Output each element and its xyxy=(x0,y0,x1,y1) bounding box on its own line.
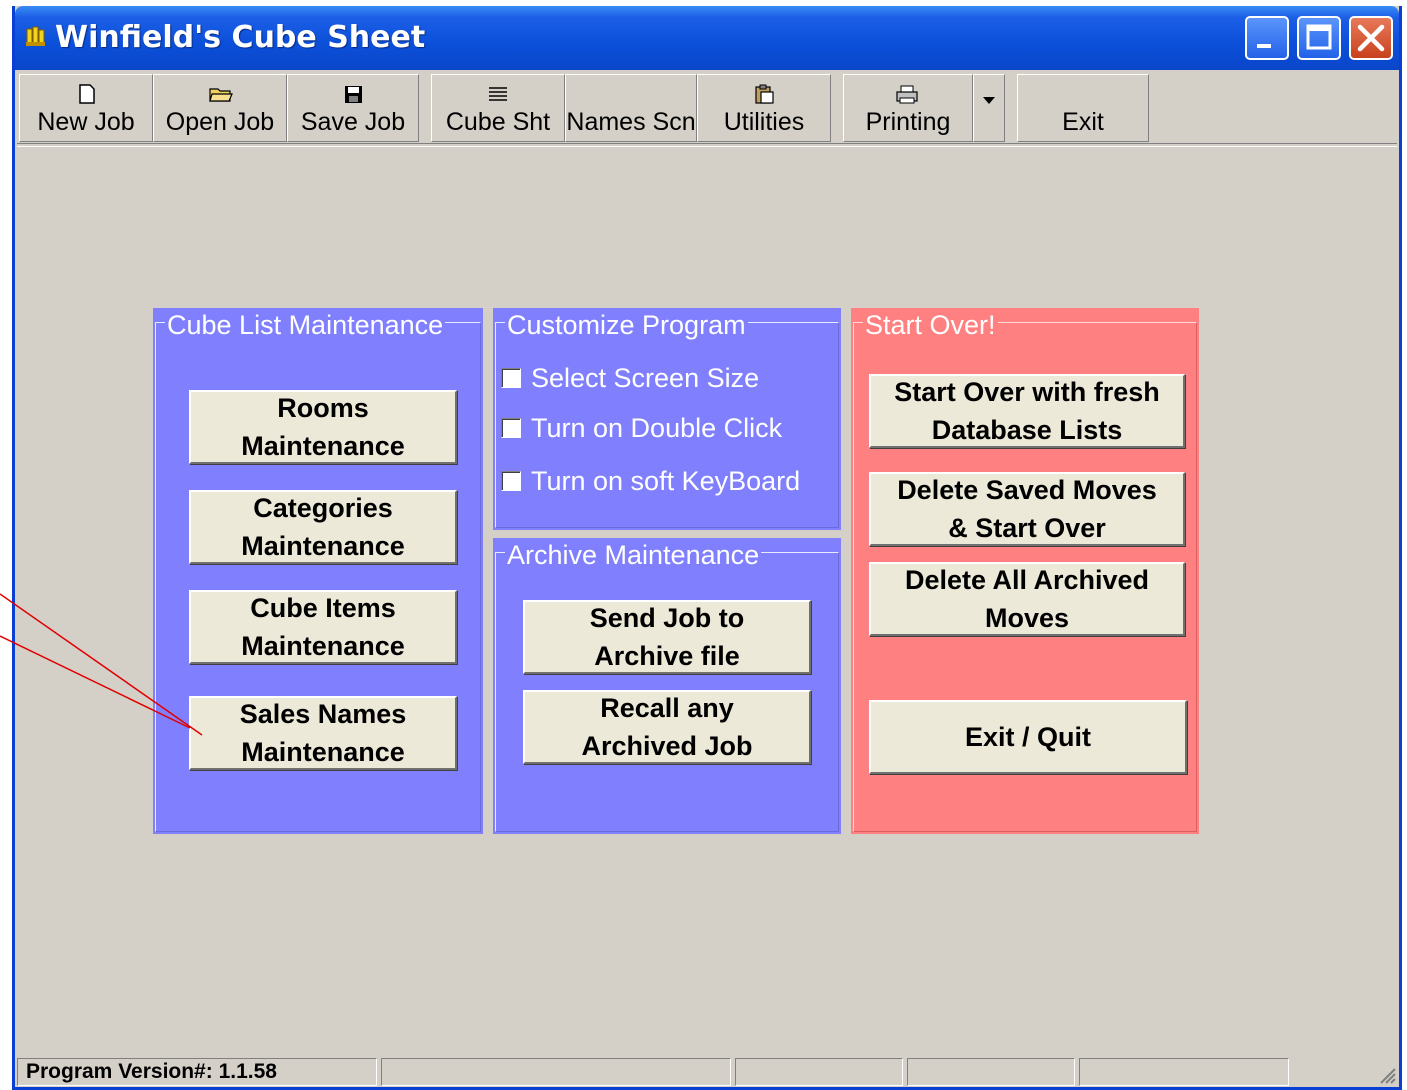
archive-maintenance-group: Archive Maintenance Send Job to Archive … xyxy=(493,538,841,834)
checkbox-label: Turn on soft KeyBoard xyxy=(531,466,801,496)
cube-sht-button[interactable]: Cube Sht xyxy=(431,74,565,142)
maximize-button[interactable] xyxy=(1297,16,1341,60)
delete-saved-moves-button[interactable]: Delete Saved Moves & Start Over xyxy=(869,472,1185,546)
save-disk-icon xyxy=(345,86,362,103)
title-bar[interactable]: Winfield's Cube Sheet xyxy=(15,6,1399,70)
start-over-group: Start Over! Start Over with fresh Databa… xyxy=(851,308,1199,834)
exit-quit-button[interactable]: Exit / Quit xyxy=(869,700,1187,774)
button-line: Exit / Quit xyxy=(964,722,1091,752)
minimize-button[interactable] xyxy=(1245,16,1289,60)
rooms-maintenance-button[interactable]: Rooms Maintenance xyxy=(189,390,457,464)
new-job-label: New Job xyxy=(37,108,135,136)
names-scn-button[interactable]: Names Scn xyxy=(565,74,697,142)
button-line: Delete All Archived xyxy=(904,565,1150,595)
checkbox-box xyxy=(501,367,521,388)
open-job-button[interactable]: Open Job xyxy=(153,74,287,142)
resize-grip-icon[interactable] xyxy=(1375,1063,1397,1085)
soft-keyboard-checkbox[interactable]: Turn on soft KeyBoard xyxy=(501,463,800,499)
toolbar-separator xyxy=(17,143,1397,147)
button-line: Cube Items xyxy=(250,593,396,623)
button-line: Delete Saved Moves xyxy=(897,475,1157,505)
cube-items-maintenance-button[interactable]: Cube Items Maintenance xyxy=(189,590,457,664)
send-job-to-archive-button[interactable]: Send Job to Archive file xyxy=(523,600,811,674)
delete-all-archived-moves-button[interactable]: Delete All Archived Moves xyxy=(869,562,1185,636)
cube-list-maintenance-title: Cube List Maintenance xyxy=(165,308,446,342)
customize-program-group: Customize Program Select Screen Size Tur… xyxy=(493,308,841,530)
app-icon xyxy=(26,26,45,46)
printing-dropdown-button[interactable] xyxy=(973,74,1005,142)
status-panel xyxy=(735,1058,903,1086)
app-window: Winfield's Cube Sheet New Job Open Job S… xyxy=(12,6,1402,1090)
toolbar: New Job Open Job Save Job Cube Sht Names… xyxy=(17,72,1397,147)
save-job-label: Save Job xyxy=(300,108,406,136)
maximize-icon xyxy=(1306,24,1332,50)
button-line: Maintenance xyxy=(241,631,405,661)
customize-program-title: Customize Program xyxy=(505,308,748,342)
names-scn-label: Names Scn xyxy=(566,108,696,136)
checkbox-box xyxy=(501,470,521,491)
cube-list-maintenance-group: Cube List Maintenance Rooms Maintenance … xyxy=(153,308,483,834)
open-job-label: Open Job xyxy=(165,108,275,136)
status-panel xyxy=(381,1058,731,1086)
utilities-button[interactable]: Utilities xyxy=(697,74,831,142)
button-line: Maintenance xyxy=(241,531,405,561)
exit-icon-space xyxy=(1018,81,1148,107)
button-line: Recall any xyxy=(600,693,734,723)
button-line: Sales Names xyxy=(239,699,407,729)
exit-button[interactable]: Exit xyxy=(1017,74,1149,142)
dropdown-arrow-icon xyxy=(983,97,995,104)
close-icon xyxy=(1357,24,1385,52)
new-job-button[interactable]: New Job xyxy=(19,74,153,142)
button-line: Archived Job xyxy=(581,731,753,761)
printer-icon xyxy=(896,85,918,104)
save-job-button[interactable]: Save Job xyxy=(287,74,419,142)
button-line: Maintenance xyxy=(241,431,405,461)
checkbox-box xyxy=(501,417,521,438)
button-line: Start Over with fresh xyxy=(894,377,1160,407)
printing-button[interactable]: Printing xyxy=(843,74,973,142)
categories-maintenance-button[interactable]: Categories Maintenance xyxy=(189,490,457,564)
window-title: Winfield's Cube Sheet xyxy=(55,20,426,55)
button-line: Rooms xyxy=(277,393,369,423)
button-line: Maintenance xyxy=(241,737,405,767)
utilities-clipboard-icon xyxy=(755,84,774,104)
names-scn-icon-space xyxy=(566,81,696,107)
status-panel xyxy=(1079,1058,1289,1086)
status-panel xyxy=(907,1058,1075,1086)
open-folder-icon xyxy=(209,88,233,102)
status-bar: Program Version#: 1.1.58 xyxy=(15,1055,1399,1087)
button-line: & Start Over xyxy=(948,513,1106,543)
new-document-icon xyxy=(79,84,95,104)
button-line: Archive file xyxy=(594,641,740,671)
button-line: Moves xyxy=(984,603,1070,633)
cube-sheet-icon xyxy=(489,87,507,101)
double-click-checkbox[interactable]: Turn on Double Click xyxy=(501,410,782,446)
minimize-icon xyxy=(1257,44,1271,48)
button-line: Categories xyxy=(253,493,393,523)
checkbox-label: Select Screen Size xyxy=(531,363,760,393)
start-over-title: Start Over! xyxy=(863,308,998,342)
utilities-label: Utilities xyxy=(723,108,805,136)
button-line: Send Job to xyxy=(589,603,745,633)
recall-archived-job-button[interactable]: Recall any Archived Job xyxy=(523,690,811,764)
button-line: Database Lists xyxy=(931,415,1123,445)
close-button[interactable] xyxy=(1349,16,1393,60)
sales-names-maintenance-button[interactable]: Sales Names Maintenance xyxy=(189,696,457,770)
version-panel: Program Version#: 1.1.58 xyxy=(17,1058,377,1086)
exit-label: Exit xyxy=(1062,108,1104,136)
start-over-fresh-lists-button[interactable]: Start Over with fresh Database Lists xyxy=(869,374,1185,448)
printing-label: Printing xyxy=(865,108,951,136)
cube-sht-label: Cube Sht xyxy=(445,108,551,136)
checkbox-label: Turn on Double Click xyxy=(531,413,783,443)
select-screen-size-checkbox[interactable]: Select Screen Size xyxy=(501,360,759,396)
archive-maintenance-title: Archive Maintenance xyxy=(505,538,762,572)
